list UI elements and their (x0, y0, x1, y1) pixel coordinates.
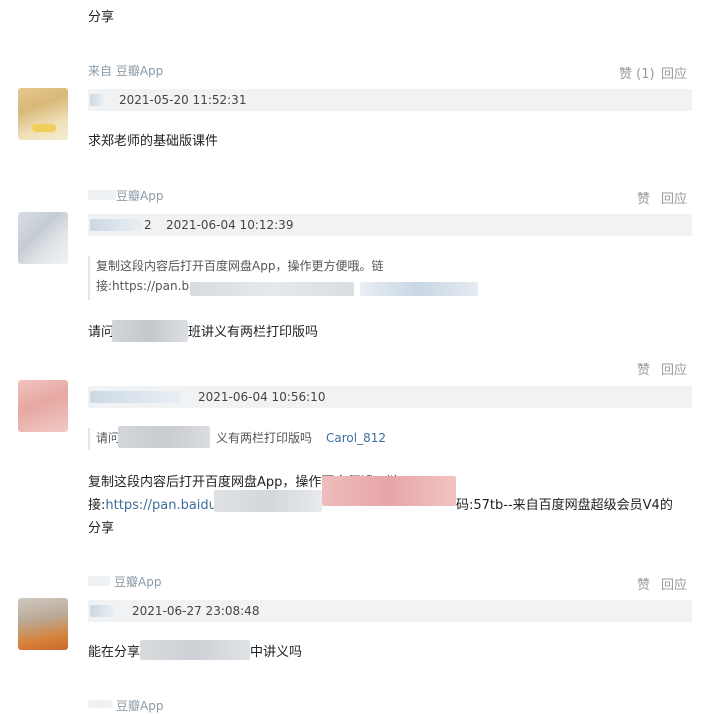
quote-prefix: 请问 (96, 431, 121, 445)
comment-body-line-2: 接:https://pan.baidu (88, 494, 217, 513)
comment-body-line-2-suffix: 码:57tb--来自百度网盘超级会员V4的 (456, 498, 673, 513)
redacted-link (360, 282, 478, 296)
comment-body-line-3: 分享 (88, 521, 115, 536)
redacted-link (214, 490, 322, 512)
avatar[interactable] (18, 380, 68, 432)
comment-body-suffix: 中讲义吗 (250, 645, 303, 660)
redacted-text (118, 426, 210, 448)
body-link[interactable]: https://pan.baidu (105, 498, 217, 513)
redacted-link (190, 282, 354, 296)
like-button[interactable]: 赞 (637, 359, 650, 378)
reply-button[interactable]: 回应 (661, 63, 687, 82)
quote-suffix: 义有两栏打印版吗 (216, 431, 313, 445)
comment-body-prefix: 能在分享 (88, 645, 141, 660)
like-button[interactable]: 赞 (1) (619, 63, 655, 82)
reply-button[interactable]: 回应 (661, 574, 687, 593)
avatar[interactable] (18, 598, 68, 650)
username-suffix: 2 (144, 218, 152, 232)
username[interactable] (90, 94, 104, 106)
source-blur (88, 190, 116, 200)
comment-source: 豆瓣App (114, 575, 162, 589)
comment-body-prefix: 请问 (88, 325, 115, 340)
comment-source: 豆瓣App (116, 699, 164, 713)
comment-date: 2021-06-04 10:56:10 (198, 390, 326, 404)
comment-body: 求郑老师的基础版课件 (88, 134, 219, 149)
redacted-text (112, 320, 188, 342)
username[interactable] (90, 605, 114, 617)
comment-body-suffix: 班讲义有两栏打印版吗 (188, 325, 319, 340)
body-line-2-prefix: 接: (88, 498, 106, 513)
username[interactable] (90, 219, 142, 231)
source-blur (88, 576, 110, 586)
quote-author[interactable]: Carol_812 (326, 428, 386, 448)
comment-date: 2021-06-04 10:12:39 (166, 218, 294, 232)
reply-button[interactable]: 回应 (661, 188, 687, 207)
username[interactable] (90, 391, 180, 403)
reply-button[interactable]: 回应 (661, 359, 687, 378)
like-button[interactable]: 赞 (637, 188, 650, 207)
comment-date: 2021-06-27 23:08:48 (132, 604, 260, 618)
comment-date: 2021-05-20 11:52:31 (119, 93, 247, 107)
redacted-text (140, 640, 250, 660)
previous-comment-tail: 分享 (88, 10, 115, 25)
comment-source: 豆瓣App (116, 189, 164, 203)
avatar[interactable] (18, 212, 68, 264)
avatar[interactable] (18, 88, 68, 140)
like-button[interactable]: 赞 (637, 574, 650, 593)
quote-line-1: 复制这段内容后打开百度网盘App，操作更方便哦。链 (96, 259, 384, 273)
redacted-link (322, 476, 456, 506)
comment-source: 来自 豆瓣App (88, 64, 164, 78)
source-blur (88, 700, 112, 708)
